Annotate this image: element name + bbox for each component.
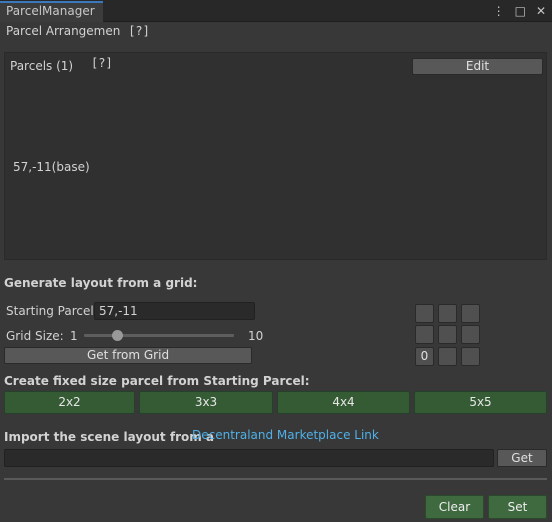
size-5x5-button[interactable]: 5x5 [414, 391, 547, 414]
size-2x2-button[interactable]: 2x2 [4, 391, 135, 414]
tab-parcel-manager[interactable]: ParcelManager [0, 1, 103, 22]
arrangement-header: Parcel Arrangemen [?] [6, 24, 150, 38]
parcel-list-item[interactable]: 57,-11(base) [13, 160, 90, 174]
grid-preview-cell[interactable] [461, 325, 480, 344]
size-3x3-button[interactable]: 3x3 [139, 391, 273, 414]
grid-size-slider-track[interactable] [84, 334, 234, 337]
maximize-icon[interactable]: □ [515, 3, 526, 19]
grid-preview-cell[interactable] [438, 325, 457, 344]
set-button[interactable]: Set [488, 495, 547, 519]
grid-preview-cell[interactable] [415, 325, 434, 344]
starting-parcel-label: Starting Parcel [6, 304, 94, 318]
fixed-section-title: Create fixed size parcel from Starting P… [4, 374, 310, 388]
starting-parcel-input[interactable]: 57,-11 [94, 302, 255, 320]
grid-size-min: 1 [70, 329, 78, 343]
import-label: Import the scene layout from a [4, 430, 215, 444]
grid-size-slider-thumb[interactable] [111, 330, 123, 341]
grid-preview-cell[interactable] [415, 304, 434, 323]
grid-preview-cell[interactable] [461, 347, 480, 366]
get-button[interactable]: Get [497, 449, 547, 467]
window-controls: ⋮ □ ✕ [493, 3, 546, 19]
marketplace-link[interactable]: Decentraland Marketplace Link [192, 428, 379, 442]
more-options-icon[interactable]: ⋮ [493, 3, 505, 19]
close-icon[interactable]: ✕ [536, 3, 546, 19]
tab-title: ParcelManager [6, 4, 95, 18]
parcels-header: Parcels (1) [10, 59, 74, 73]
arrangement-help[interactable]: [?] [128, 24, 150, 38]
grid-preview-cell[interactable] [438, 347, 457, 366]
marketplace-url-input[interactable] [4, 449, 494, 467]
grid-size-max: 10 [248, 329, 264, 343]
edit-button[interactable]: Edit [412, 58, 543, 75]
parcels-panel [4, 52, 547, 260]
grid-size-label: Grid Size: [6, 329, 64, 343]
grid-preview-cell[interactable]: 0 [415, 347, 434, 366]
grid-preview-cell[interactable] [461, 304, 480, 323]
parcels-help[interactable]: [?] [91, 56, 113, 70]
section-divider [4, 478, 547, 480]
grid-preview-cell[interactable] [438, 304, 457, 323]
size-4x4-button[interactable]: 4x4 [277, 391, 410, 414]
get-from-grid-button[interactable]: Get from Grid [4, 347, 252, 364]
grid-section-title: Generate layout from a grid: [4, 276, 198, 290]
clear-button[interactable]: Clear [425, 495, 484, 519]
arrangement-label: Parcel Arrangemen [6, 24, 121, 38]
window-tab-bar: ParcelManager ⋮ □ ✕ [0, 0, 552, 22]
